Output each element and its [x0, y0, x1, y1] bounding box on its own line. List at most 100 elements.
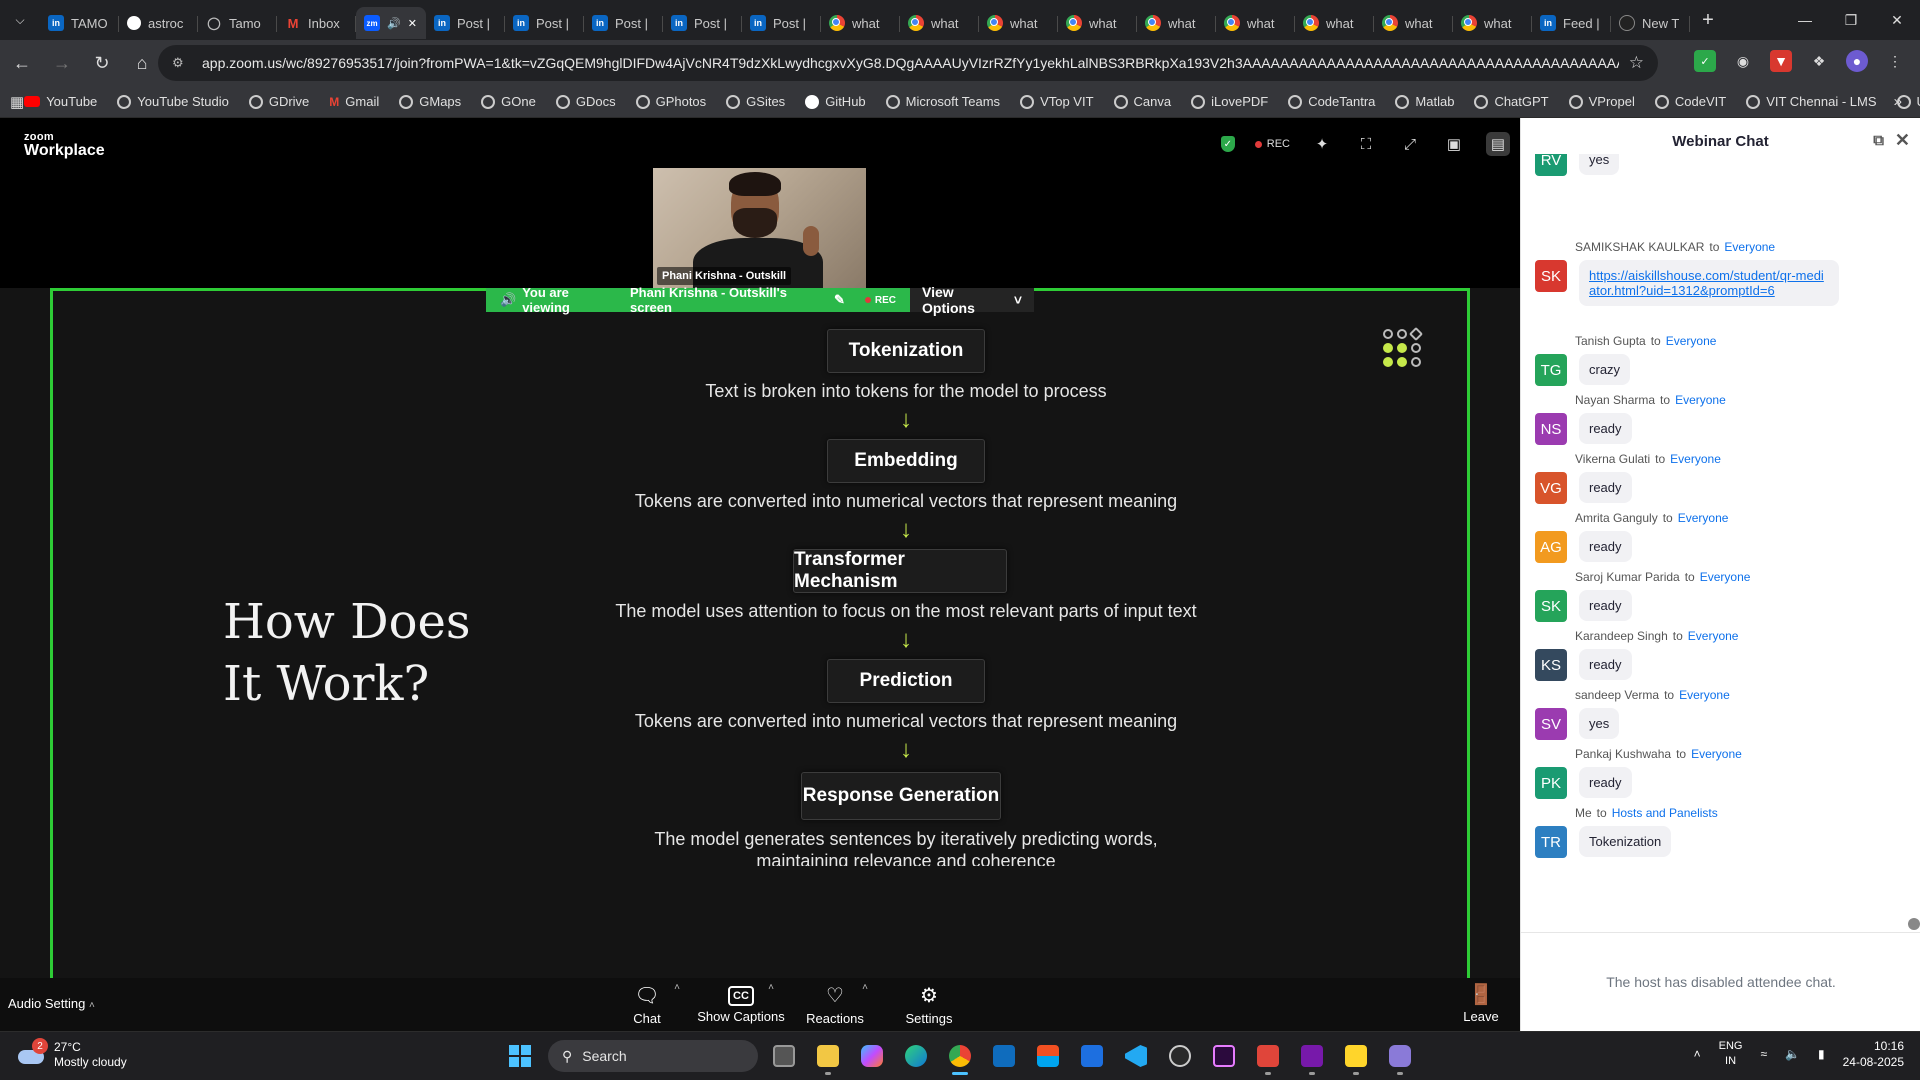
clock[interactable]: 10:16 24-08-2025 [1843, 1038, 1904, 1070]
volume-icon[interactable]: 🔈 [1785, 1047, 1800, 1061]
pocket-extension-icon[interactable]: ▼ [1770, 50, 1792, 72]
layout-view-icon[interactable]: ▤ [1486, 132, 1510, 156]
browser-tab[interactable]: New T [1611, 7, 1690, 39]
focus-frame-icon[interactable]: ⛶ [1354, 132, 1378, 156]
snipping-tool-icon[interactable] [1250, 1036, 1286, 1076]
start-button[interactable] [500, 1036, 540, 1076]
bookmark-item[interactable]: GitHub [805, 94, 866, 109]
sticky-notes-icon[interactable] [1338, 1036, 1374, 1076]
show-captions-button[interactable]: CC Show Captions ˄ [694, 978, 788, 1031]
bookmark-item[interactable]: YouTube Studio [117, 94, 229, 109]
store-icon[interactable] [1030, 1036, 1066, 1076]
browser-tab[interactable]: in Post | [426, 7, 505, 39]
close-icon[interactable]: ✕ [1895, 130, 1910, 151]
browser-tab[interactable]: in Feed | [1532, 7, 1611, 39]
leave-button[interactable]: 🚪 Leave [1456, 982, 1506, 1024]
shield-extension-icon[interactable]: ✓ [1694, 50, 1716, 72]
bookmark-item[interactable]: iLovePDF [1191, 94, 1268, 109]
minimize-button[interactable]: — [1782, 0, 1828, 40]
tab-active-zoom[interactable]: zm 🔊 ✕ [356, 7, 426, 39]
bookmark-item[interactable]: YouTube [24, 94, 97, 109]
chat-scrollbar-thumb[interactable] [1908, 918, 1920, 930]
browser-tab[interactable]: in Post | [505, 7, 584, 39]
copilot-icon[interactable] [854, 1036, 890, 1076]
browser-tab[interactable]: in TAMO [40, 7, 119, 39]
language-indicator[interactable]: ENG IN [1719, 1039, 1743, 1069]
bookmark-item[interactable]: CodeTantra [1288, 94, 1375, 109]
onenote-icon[interactable] [1294, 1036, 1330, 1076]
browser-tab[interactable]: what [900, 7, 979, 39]
bookmark-item[interactable]: GMaps [399, 94, 461, 109]
message-link[interactable]: https://aiskillshouse.com/student/qr-med… [1589, 268, 1824, 298]
browser-tab[interactable]: what [1295, 7, 1374, 39]
bookmarks-overflow-icon[interactable]: » [1894, 93, 1902, 110]
tab-search-button[interactable]: ⌵ [0, 0, 40, 40]
bookmark-item[interactable]: VIT Chennai - LMS [1746, 94, 1877, 109]
task-view-icon[interactable] [766, 1036, 802, 1076]
home-button[interactable]: ⌂ [124, 45, 160, 81]
bookmark-item[interactable]: Canva [1113, 94, 1171, 109]
bookmark-item[interactable]: CodeVIT [1654, 94, 1726, 109]
browser-tab[interactable]: in Post | [584, 7, 663, 39]
bookmark-item[interactable]: GOne [481, 94, 536, 109]
browser-menu-icon[interactable]: ⋮ [1884, 50, 1906, 72]
file-explorer-icon[interactable] [810, 1036, 846, 1076]
apps-grid-icon[interactable]: ▦ [10, 93, 24, 111]
new-tab-button[interactable]: + [1690, 9, 1726, 32]
browser-tab[interactable]: astroc [119, 7, 198, 39]
taskbar-search[interactable]: ⚲ Search [548, 1040, 758, 1072]
bookmark-item[interactable]: GDrive [248, 94, 309, 109]
wifi-icon[interactable]: ≈ [1760, 1047, 1767, 1061]
address-bar[interactable]: ⚙ app.zoom.us/wc/89276953517/join?fromPW… [158, 45, 1658, 81]
forward-button[interactable]: → [44, 45, 80, 81]
encryption-shield-icon[interactable]: ✓ [1220, 136, 1235, 152]
tray-overflow-icon[interactable]: ˄ [1694, 1047, 1701, 1061]
browser-tab[interactable]: what [821, 7, 900, 39]
browser-tab[interactable]: in Post | [663, 7, 742, 39]
ai-sparkle-icon[interactable]: ✦ [1310, 132, 1334, 156]
bookmark-star-icon[interactable]: ☆ [1629, 53, 1644, 73]
caret-up-icon[interactable]: ˄ [862, 982, 868, 993]
browser-tab[interactable]: M Inbox [277, 7, 356, 39]
battery-icon[interactable]: ▮ [1818, 1047, 1825, 1061]
bookmark-item[interactable]: GDocs [555, 94, 616, 109]
bookmark-item[interactable]: GPhotos [635, 94, 706, 109]
camera-extension-icon[interactable]: ◉ [1732, 50, 1754, 72]
close-window-button[interactable]: ✕ [1874, 0, 1920, 40]
audio-setting-button[interactable]: Audio Setting ˄ [8, 996, 95, 1011]
back-button[interactable]: ← [4, 45, 40, 81]
browser-tab[interactable]: what [979, 7, 1058, 39]
caret-up-icon[interactable]: ˄ [674, 982, 680, 993]
profile-avatar[interactable]: ● [1846, 50, 1868, 72]
word-app-icon[interactable] [1074, 1036, 1110, 1076]
browser-tab[interactable]: in Post | [742, 7, 821, 39]
bookmark-item[interactable]: Matlab [1395, 94, 1454, 109]
extensions-puzzle-icon[interactable]: ❖ [1808, 50, 1830, 72]
fullscreen-icon[interactable]: ⤢ [1398, 132, 1422, 156]
tab-close-icon[interactable]: ✕ [408, 17, 417, 30]
vscode-icon[interactable] [1118, 1036, 1154, 1076]
bookmark-item[interactable]: VPropel [1568, 94, 1635, 109]
weather-widget[interactable]: 2 27°C Mostly cloudy [16, 1038, 127, 1070]
view-options-button[interactable]: View Options ˅ [910, 284, 1034, 316]
reload-button[interactable]: ↻ [84, 45, 120, 81]
tab-audio-icon[interactable]: 🔊 [387, 17, 401, 30]
settings-button[interactable]: ⚙ Settings [882, 978, 976, 1031]
site-info-icon[interactable]: ⚙ [172, 55, 190, 71]
popout-icon[interactable]: ⧉ [1873, 132, 1884, 149]
bookmark-item[interactable]: Microsoft Teams [885, 94, 1000, 109]
outlook-icon[interactable] [986, 1036, 1022, 1076]
premiere-icon[interactable] [1206, 1036, 1242, 1076]
zoom-app-icon[interactable] [1382, 1036, 1418, 1076]
speaker-video-tile[interactable]: Phani Krishna - Outskill [653, 168, 866, 289]
chat-button[interactable]: 🗨 Chat ˄ [600, 978, 694, 1031]
browser-tab[interactable]: what [1137, 7, 1216, 39]
browser-tab[interactable]: what [1058, 7, 1137, 39]
browser-tab[interactable]: ◯ Tamo [198, 7, 277, 39]
reactions-button[interactable]: ♡ Reactions ˄ [788, 978, 882, 1031]
bookmark-item[interactable]: VTop VIT [1020, 94, 1094, 109]
bookmark-item[interactable]: M Gmail [329, 94, 379, 109]
browser-tab[interactable]: what [1216, 7, 1295, 39]
chrome-icon[interactable] [942, 1036, 978, 1076]
obs-icon[interactable] [1162, 1036, 1198, 1076]
